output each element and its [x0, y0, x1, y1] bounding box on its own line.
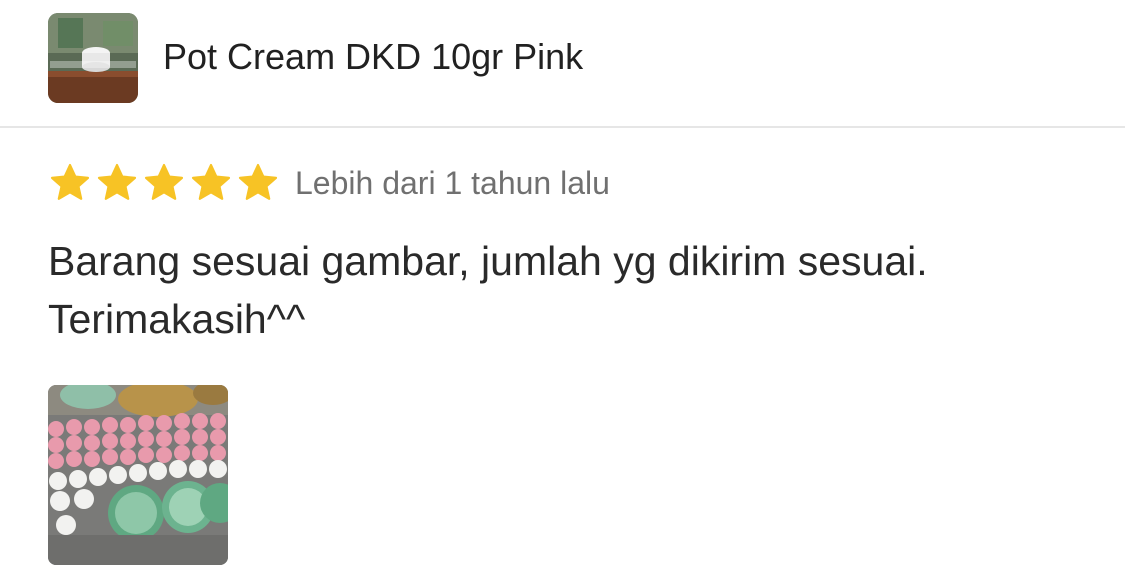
star-icon: [97, 163, 137, 200]
star-rating: [48, 161, 283, 205]
rating-row: Lebih dari 1 tahun lalu: [48, 158, 610, 208]
review-photo[interactable]: [48, 385, 228, 565]
star-icon: [50, 163, 90, 200]
product-name[interactable]: Pot Cream DKD 10gr Pink: [163, 36, 583, 78]
review-text-line: Terimakasih^^: [48, 296, 306, 342]
review-text-line: Barang sesuai gambar, jumlah yg dikirim …: [48, 238, 928, 284]
star-icon: [191, 163, 231, 200]
star-icon: [144, 163, 184, 200]
product-header[interactable]: Pot Cream DKD 10gr Pink: [0, 0, 1125, 128]
review-time: Lebih dari 1 tahun lalu: [295, 165, 610, 201]
product-thumbnail[interactable]: [48, 13, 138, 103]
star-icon: [238, 163, 278, 200]
review-text: Barang sesuai gambar, jumlah yg dikirim …: [48, 232, 1088, 348]
